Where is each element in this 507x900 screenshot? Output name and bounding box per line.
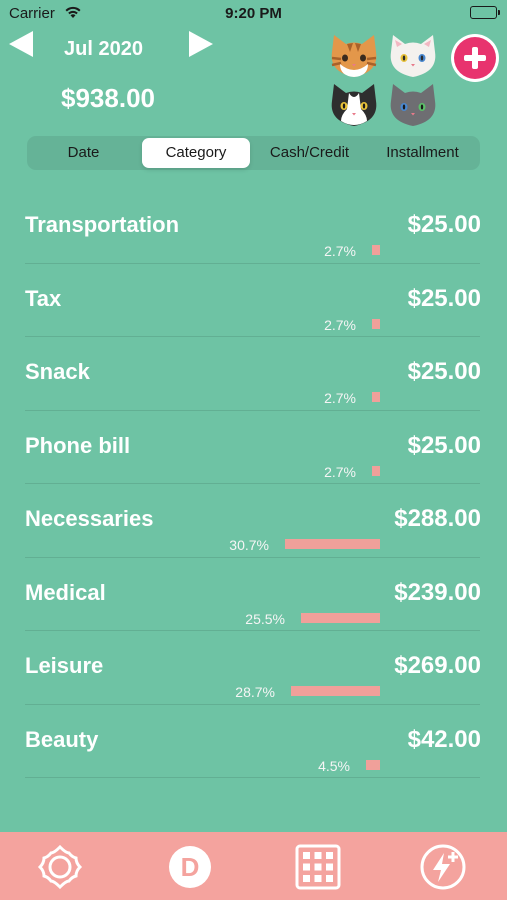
category-row[interactable]: Leisure $269.00 28.7% [0, 631, 507, 705]
d-badge-icon: D [169, 846, 211, 888]
category-name: Leisure [25, 653, 104, 678]
category-row[interactable]: Beauty $42.00 4.5% [0, 705, 507, 778]
category-row[interactable]: Snack $25.00 2.7% [0, 337, 507, 411]
category-row[interactable]: Necessaries $288.00 30.7% [0, 484, 507, 558]
orange-cat-icon [331, 35, 377, 77]
tab-flower[interactable] [36, 843, 84, 891]
category-percent: 28.7% [235, 684, 275, 700]
category-name: Necessaries [25, 506, 154, 531]
orange-tabby-cat-avatar[interactable] [327, 32, 381, 80]
category-amount: $269.00 [394, 652, 481, 679]
segment-installment[interactable]: Installment [368, 138, 477, 168]
category-row[interactable]: Tax $25.00 2.7% [0, 264, 507, 337]
white-cat-avatar[interactable] [386, 32, 440, 80]
segment-date[interactable]: Date [29, 138, 138, 168]
row-divider [25, 777, 480, 778]
grid-icon [295, 844, 341, 890]
category-name: Medical [25, 579, 106, 605]
add-expense-button[interactable] [451, 34, 499, 82]
category-percent: 2.7% [324, 390, 356, 406]
category-share-bar [291, 686, 380, 696]
flower-icon [37, 844, 83, 890]
battery-icon [470, 6, 500, 19]
category-share-bar [372, 318, 380, 329]
category-amount: $239.00 [394, 578, 481, 606]
plus-circle-icon [454, 37, 496, 79]
category-row[interactable]: Medical $239.00 25.5% [0, 558, 507, 631]
category-share-bar [285, 539, 380, 549]
category-name: Tax [25, 285, 62, 311]
category-amount: $25.00 [407, 358, 481, 385]
category-amount: $25.00 [407, 211, 481, 238]
category-name: Beauty [25, 726, 99, 752]
category-share-bar [372, 465, 380, 476]
category-name: Snack [25, 359, 90, 384]
tab-d[interactable]: D [166, 843, 214, 891]
tab-grid[interactable] [294, 843, 342, 891]
monthly-total: $938.00 [61, 83, 155, 113]
next-month-button[interactable] [186, 29, 216, 59]
white-cat-icon [390, 35, 436, 77]
category-percent: 2.7% [324, 316, 356, 333]
category-list: Transportation $25.00 2.7% Tax $25.00 2.… [0, 190, 507, 778]
category-percent: 30.7% [229, 537, 269, 553]
tab-d-letter: D [181, 852, 200, 882]
bottom-tab-bar: D [0, 832, 507, 900]
category-percent: 25.5% [245, 610, 285, 627]
status-bar: Carrier 9:20 PM [0, 0, 507, 28]
right-arrow-icon [189, 31, 213, 57]
segment-cash-credit[interactable]: Cash/Credit [255, 138, 364, 168]
current-month: Jul 2020 [64, 38, 143, 60]
category-amount: $25.00 [407, 284, 481, 312]
category-name: Transportation [25, 212, 180, 237]
category-percent: 2.7% [324, 243, 356, 259]
previous-month-button[interactable] [6, 29, 36, 59]
black-white-cat-avatar[interactable] [327, 81, 381, 129]
gray-cat-avatar[interactable] [386, 81, 440, 129]
gray-cat-icon [390, 84, 436, 126]
clock-time: 9:20 PM [225, 5, 282, 22]
category-share-bar [372, 245, 380, 255]
category-share-bar [301, 612, 380, 623]
lightning-plus-icon [420, 844, 466, 890]
category-amount: $42.00 [407, 725, 481, 753]
view-mode-segmented-control: Date Category Cash/Credit Installment [27, 136, 480, 170]
category-row[interactable]: Transportation $25.00 2.7% [0, 190, 507, 264]
category-name: Phone bill [25, 432, 131, 458]
category-amount: $25.00 [407, 431, 481, 459]
category-share-bar [366, 759, 380, 770]
category-row[interactable]: Phone bill $25.00 2.7% [0, 411, 507, 484]
segment-category[interactable]: Category [142, 138, 250, 168]
category-amount: $288.00 [394, 505, 481, 532]
tab-lightning[interactable] [419, 843, 467, 891]
tuxedo-cat-icon [331, 84, 377, 126]
category-percent: 4.5% [318, 757, 350, 774]
category-percent: 2.7% [324, 463, 356, 480]
category-share-bar [372, 392, 380, 402]
left-arrow-icon [9, 31, 33, 57]
